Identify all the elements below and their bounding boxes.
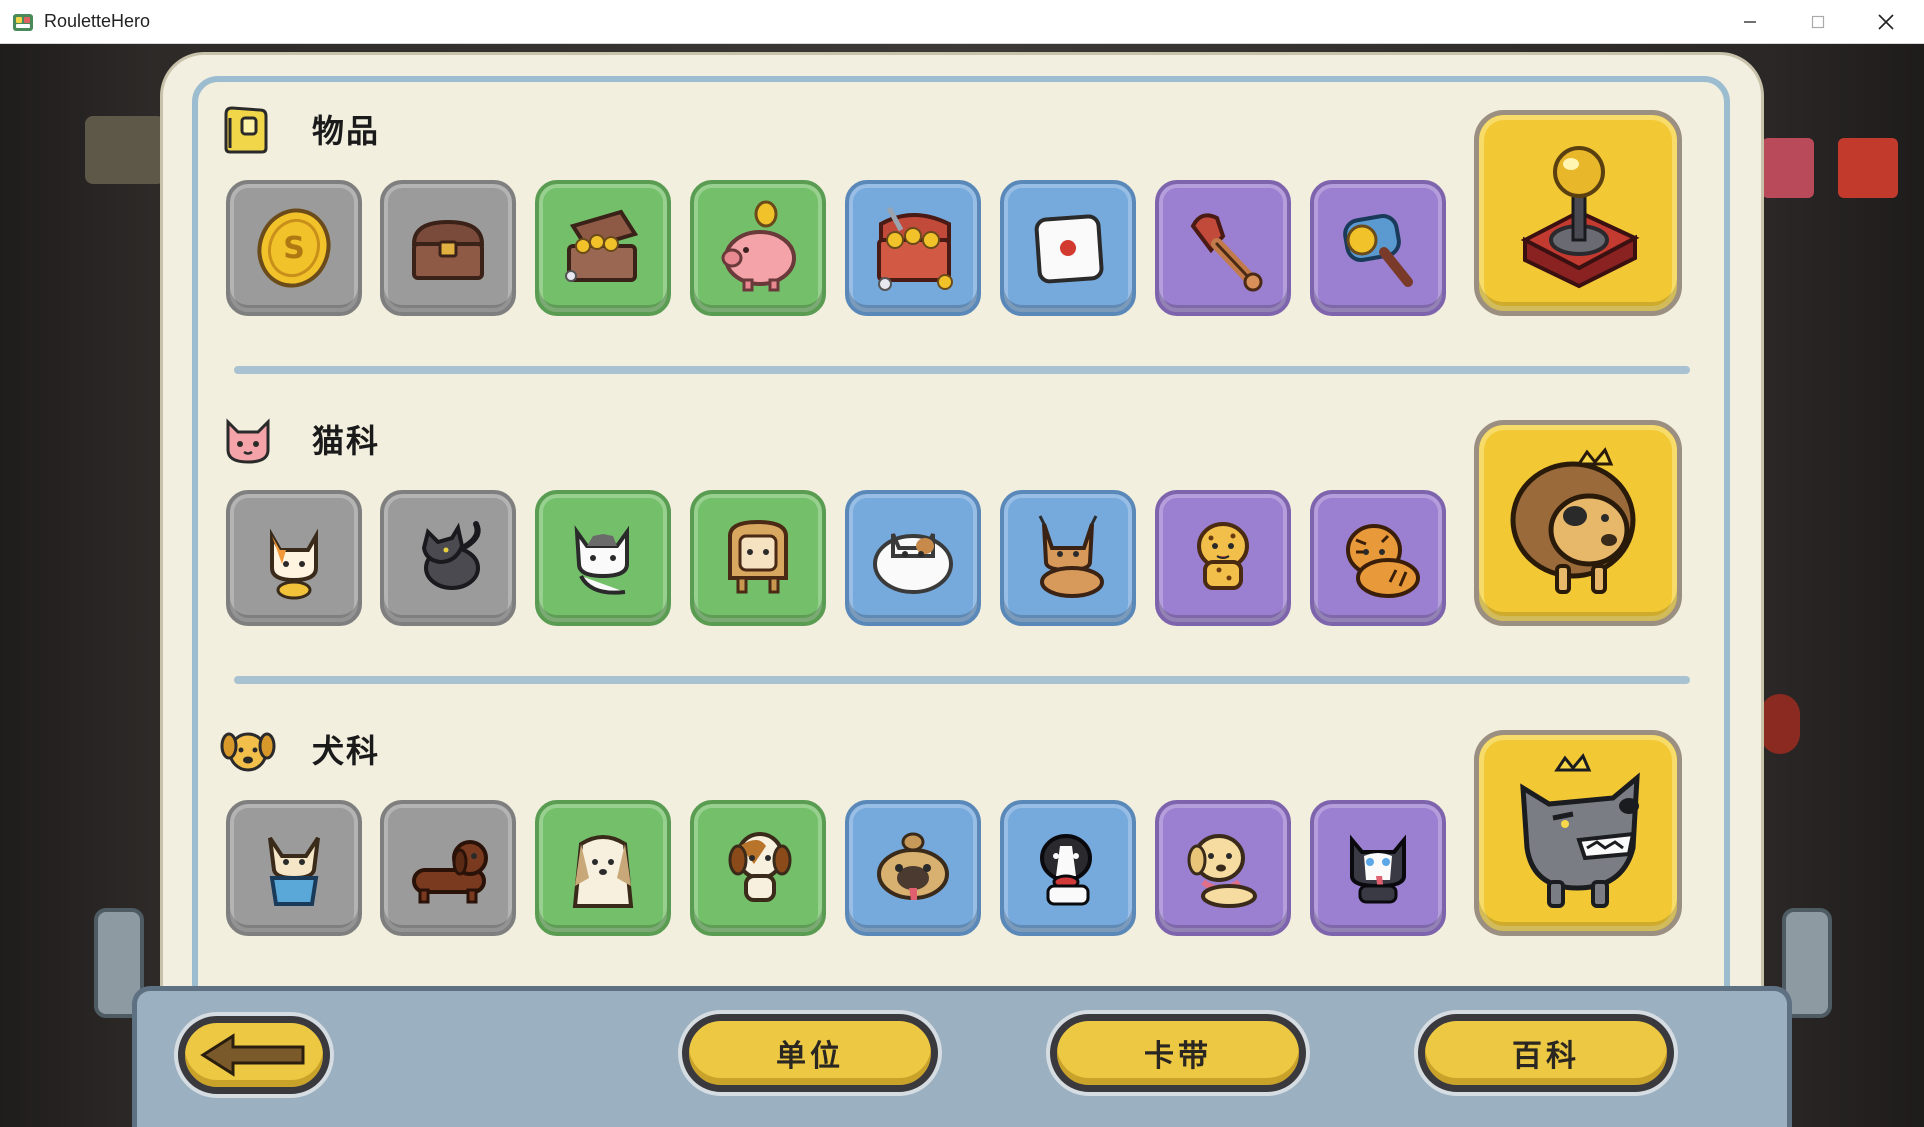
close-button[interactable] xyxy=(1852,0,1920,44)
window-title: RouletteHero xyxy=(44,11,151,31)
item-tile[interactable] xyxy=(1155,180,1291,316)
item-tile[interactable] xyxy=(380,180,516,316)
item-tile[interactable] xyxy=(845,180,981,316)
chihuahua-in-cup-icon xyxy=(268,836,320,906)
dachshund-icon xyxy=(412,840,488,904)
caracal-icon xyxy=(1038,515,1104,598)
section-title-dogs: 犬科 xyxy=(312,732,381,770)
svg-text:S: S xyxy=(283,231,305,266)
background-decoration xyxy=(1760,694,1800,754)
close-icon xyxy=(1878,14,1894,30)
boss-tile-dogs[interactable] xyxy=(1474,730,1682,936)
minimize-icon xyxy=(1744,21,1756,23)
cat-tile[interactable] xyxy=(535,490,671,626)
dog-tile[interactable] xyxy=(690,800,826,936)
cat-tile[interactable] xyxy=(1155,490,1291,626)
background-decoration xyxy=(1762,138,1814,198)
background-decoration xyxy=(1838,138,1898,198)
cat-tile[interactable] xyxy=(1310,490,1446,626)
dog-tile[interactable] xyxy=(1155,800,1291,936)
app-icon xyxy=(13,14,33,31)
back-button[interactable] xyxy=(178,1016,330,1094)
dog-tile[interactable] xyxy=(1310,800,1446,936)
maximize-icon xyxy=(1811,15,1825,29)
cat-tile[interactable] xyxy=(1000,490,1136,626)
joystick-lever-icon xyxy=(1520,146,1640,289)
dog-tile[interactable] xyxy=(535,800,671,936)
section-divider xyxy=(234,676,1690,684)
shih-tzu-icon xyxy=(572,835,634,908)
cat-tile[interactable] xyxy=(690,490,826,626)
small-chest-icon xyxy=(411,219,485,280)
treasure-chest-gold-icon xyxy=(565,209,639,282)
gold-coin-icon: S xyxy=(257,208,331,288)
section-title-items: 物品 xyxy=(312,112,381,150)
bread-cat-icon xyxy=(728,519,788,594)
dog-tile[interactable] xyxy=(380,800,516,936)
wolf-king-icon xyxy=(1520,753,1640,908)
dog-tile[interactable] xyxy=(226,800,362,936)
pug-icon xyxy=(877,832,949,900)
cat-tile[interactable] xyxy=(845,490,981,626)
tiger-icon xyxy=(1346,524,1420,598)
beagle-icon xyxy=(728,832,792,902)
item-bag-icon xyxy=(224,106,268,154)
dice-icon xyxy=(1034,214,1104,284)
lion-king-icon xyxy=(1510,447,1636,594)
husky-icon xyxy=(1350,834,1406,904)
cassette-button[interactable]: 卡带 xyxy=(1050,1014,1306,1092)
minimize-button[interactable] xyxy=(1716,0,1784,44)
grabber-claw-icon xyxy=(1190,213,1263,292)
boss-tile-items[interactable] xyxy=(1474,110,1682,316)
section-title-cats: 猫科 xyxy=(312,422,381,460)
cat-tile[interactable] xyxy=(226,490,362,626)
cheetah-icon xyxy=(1197,522,1249,590)
item-tile[interactable]: S xyxy=(226,180,362,316)
dog-tile[interactable] xyxy=(845,800,981,936)
labrador-icon xyxy=(1187,834,1257,908)
item-tile[interactable] xyxy=(535,180,671,316)
fluffy-white-cat-icon xyxy=(873,533,953,594)
section-divider xyxy=(234,366,1690,374)
cat-face-icon xyxy=(226,418,270,464)
treasure-hoard-icon xyxy=(877,206,953,291)
item-tile[interactable] xyxy=(690,180,826,316)
background-decoration xyxy=(85,116,165,184)
window-titlebar: RouletteHero xyxy=(0,0,1924,44)
calico-kitten-icon xyxy=(270,528,318,600)
coin-hammer-icon xyxy=(1343,214,1413,287)
dog-face-icon xyxy=(220,732,276,772)
cat-tile[interactable] xyxy=(380,490,516,626)
black-cat-icon xyxy=(421,521,481,590)
boss-tile-cats[interactable] xyxy=(1474,420,1682,626)
tuxedo-cat-icon xyxy=(574,525,629,595)
border-collie-icon xyxy=(1040,834,1092,906)
item-tile[interactable] xyxy=(1310,180,1446,316)
maximize-button[interactable] xyxy=(1784,0,1852,44)
units-button[interactable]: 单位 xyxy=(682,1014,938,1092)
item-tile[interactable] xyxy=(1000,180,1136,316)
piggy-bank-icon xyxy=(721,200,796,292)
dog-tile[interactable] xyxy=(1000,800,1136,936)
back-arrow-icon xyxy=(200,1033,305,1077)
wiki-button[interactable]: 百科 xyxy=(1418,1014,1674,1092)
